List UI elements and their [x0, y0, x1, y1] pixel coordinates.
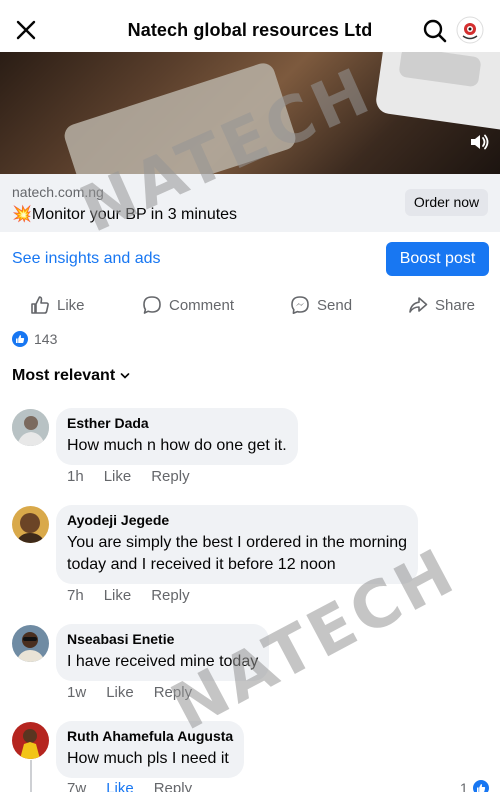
share-button[interactable]: Share: [408, 293, 475, 317]
comment-button[interactable]: Comment: [142, 293, 234, 317]
share-label: Share: [435, 296, 476, 314]
comment-text: How much n how do one get it.: [67, 437, 287, 454]
comment-time: 1h: [67, 468, 84, 485]
avatar-photo-ruth: [12, 722, 49, 759]
comment-bubble: Nseabasi Enetie I have received mine tod…: [56, 624, 270, 681]
avatar[interactable]: [12, 409, 49, 446]
avatar-photo-nseabasi: [12, 625, 49, 662]
comment-label: Comment: [169, 296, 235, 314]
comment-reply-button[interactable]: Reply: [154, 780, 192, 792]
thumbs-up-icon: [31, 296, 49, 314]
comment-bubble: Ruth Ahamefula Augusta How much pls I ne…: [56, 721, 245, 778]
avatar[interactable]: [12, 625, 49, 662]
send-button[interactable]: Send: [290, 293, 352, 317]
comment-author[interactable]: Esther Dada: [67, 415, 287, 432]
comment-sort-dropdown[interactable]: Most relevant: [12, 367, 130, 385]
profile-avatar-icon[interactable]: [456, 16, 484, 44]
volume-icon[interactable]: [468, 131, 490, 153]
comment-meta: 1h Like Reply: [67, 468, 210, 485]
comment-reaction-number: 1: [460, 780, 468, 792]
send-label: Send: [317, 296, 353, 314]
avatar-photo-esther: [12, 409, 49, 446]
comment-author[interactable]: Nseabasi Enetie: [67, 631, 258, 648]
reply-thread-line: [30, 760, 32, 792]
reaction-count: 143: [34, 331, 58, 347]
comment-time: 7h: [67, 587, 84, 604]
comment-text-line-2: today and I received it before 12 noon: [67, 556, 336, 573]
comment-reply-button[interactable]: Reply: [154, 684, 192, 701]
top-bar: Natech global resources Ltd: [0, 0, 500, 52]
like-button[interactable]: Like: [30, 293, 85, 317]
like-reaction-icon: [12, 331, 28, 347]
order-now-button[interactable]: Order now: [405, 189, 488, 216]
avatar[interactable]: [12, 506, 49, 543]
comment-text: How much pls I need it: [67, 750, 229, 767]
comment-time: 7w: [67, 780, 87, 792]
comment-meta: 1w Like Reply: [67, 684, 212, 701]
messenger-icon: [291, 296, 309, 314]
comment-reply-button[interactable]: Reply: [151, 468, 189, 485]
comment-author[interactable]: Ayodeji Jegede: [67, 512, 407, 529]
comment-like-button[interactable]: Like: [106, 780, 134, 792]
comment-text-line-1: You are simply the best I ordered in the…: [67, 534, 408, 551]
ad-domain: natech.com.ng: [12, 184, 104, 200]
video-frame-sleeve: [61, 60, 299, 174]
comment-reaction-count[interactable]: 1: [460, 780, 489, 792]
comment-text: I have received mine today: [67, 653, 259, 670]
comment-time: 1w: [67, 684, 87, 701]
ad-headline: 💥Monitor your BP in 3 minutes: [12, 206, 238, 223]
search-icon[interactable]: [422, 18, 448, 44]
avatar-photo-ayodeji: [12, 506, 49, 543]
comment-meta: 7h Like Reply: [67, 587, 210, 604]
boost-post-button[interactable]: Boost post: [386, 242, 489, 276]
chevron-down-icon: [120, 373, 130, 379]
comment-bubble: Ayodeji Jegede You are simply the best I…: [56, 505, 419, 584]
comment-like-button[interactable]: Like: [104, 468, 132, 485]
see-insights-link[interactable]: See insights and ads: [12, 250, 161, 268]
like-reaction-icon: [472, 780, 489, 792]
comment-like-button[interactable]: Like: [106, 684, 134, 701]
comment-like-button[interactable]: Like: [104, 587, 132, 604]
comment-sort-label: Most relevant: [12, 367, 116, 384]
like-label: Like: [57, 296, 85, 314]
comment-reply-button[interactable]: Reply: [151, 587, 189, 604]
reaction-summary[interactable]: 143: [12, 330, 57, 348]
comment-meta: 7w Like Reply: [67, 780, 212, 792]
avatar[interactable]: [12, 722, 49, 759]
comment-author[interactable]: Ruth Ahamefula Augusta: [67, 728, 233, 745]
comment-bubble: Esther Dada How much n how do one get it…: [56, 408, 298, 465]
post-video[interactable]: [0, 52, 500, 174]
comment-icon: [143, 296, 161, 314]
share-icon: [409, 297, 428, 313]
